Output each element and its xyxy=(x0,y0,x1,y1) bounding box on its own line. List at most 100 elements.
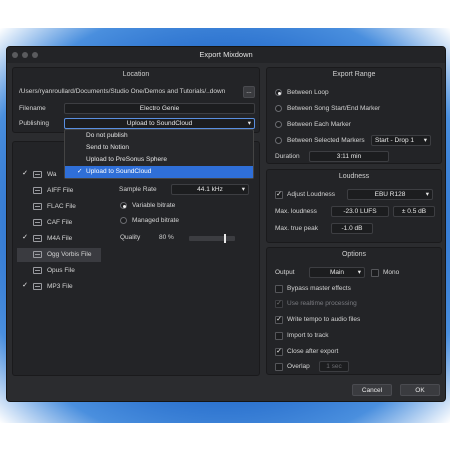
export-range-panel: Export Range Between Loop Between Song S… xyxy=(266,67,442,164)
song-start-end-radio[interactable] xyxy=(275,105,282,112)
duration-label: Duration xyxy=(275,153,300,160)
max-loudness-input[interactable]: -23.0 LUFS xyxy=(331,206,389,217)
sample-rate-value: 44.1 kHz xyxy=(197,186,223,193)
max-loudness-label: Max. loudness xyxy=(275,208,317,215)
song-start-end-label: Between Song Start/End Marker xyxy=(287,105,381,112)
output-select[interactable]: Main ▾ xyxy=(309,267,365,278)
format-row-flac[interactable]: FLAC File xyxy=(17,200,101,214)
browse-button[interactable]: ... xyxy=(243,86,255,98)
loudness-standard-value: EBU R128 xyxy=(374,191,406,198)
adjust-loudness-checkbox[interactable]: ✓ xyxy=(275,191,283,199)
file-icon xyxy=(33,235,42,242)
check-icon: ✓ xyxy=(77,168,83,175)
realtime-processing-checkbox[interactable]: ✓ xyxy=(275,300,283,308)
format-label: Ogg Vorbis File xyxy=(47,251,92,258)
chevron-down-icon: ▾ xyxy=(423,137,427,144)
format-row-ogg[interactable]: Ogg Vorbis File xyxy=(17,248,101,262)
window-title: Export Mixdown xyxy=(199,50,253,59)
export-range-title: Export Range xyxy=(332,71,376,78)
marker-select[interactable]: Start - Drop 1 ▾ xyxy=(371,135,431,146)
format-row-caf[interactable]: CAF File xyxy=(17,216,101,230)
minimize-window-button[interactable] xyxy=(22,52,28,58)
quality-slider[interactable] xyxy=(189,234,235,243)
options-panel: Options Output Main ▾ Mono Bypass master… xyxy=(266,247,442,375)
filename-label: Filename xyxy=(19,105,46,112)
zoom-window-button[interactable] xyxy=(32,52,38,58)
file-icon xyxy=(33,251,42,258)
between-loop-radio[interactable] xyxy=(275,89,282,96)
bypass-master-effects-label: Bypass master effects xyxy=(287,285,351,292)
title-bar: Export Mixdown xyxy=(7,47,445,63)
cancel-button[interactable]: Cancel xyxy=(352,384,392,396)
chevron-down-icon: ▾ xyxy=(241,186,245,193)
publishing-label: Publishing xyxy=(19,120,49,127)
import-to-track-label: Import to track xyxy=(287,332,329,339)
format-label: Wa xyxy=(47,171,57,178)
mono-checkbox[interactable] xyxy=(371,269,379,277)
format-row-opus[interactable]: Opus File xyxy=(17,264,101,278)
menu-item-upload-to-presonus-sphere[interactable]: Upload to PreSonus Sphere xyxy=(65,154,253,166)
realtime-processing-label: Use realtime processing xyxy=(287,300,357,307)
managed-bitrate-label: Managed bitrate xyxy=(132,217,179,224)
selected-markers-label: Between Selected Markers xyxy=(287,137,365,144)
publishing-select[interactable]: Upload to SoundCloud ▾ xyxy=(64,118,255,129)
menu-item-upload-to-soundcloud[interactable]: ✓ Upload to SoundCloud xyxy=(65,166,253,178)
chevron-down-icon: ▾ xyxy=(247,120,251,127)
loudness-panel: Loudness ✓ Adjust Loudness EBU R128 ▾ Ma… xyxy=(266,169,442,243)
format-checkbox[interactable]: ✓ xyxy=(21,282,29,291)
location-path: /Users/ryanroullard/Documents/Studio One… xyxy=(19,88,226,95)
variable-bitrate-radio[interactable] xyxy=(120,202,127,209)
each-marker-radio[interactable] xyxy=(275,121,282,128)
format-label: AIFF File xyxy=(47,187,74,194)
menu-item-label: Upload to SoundCloud xyxy=(86,168,152,175)
managed-bitrate-radio[interactable] xyxy=(120,217,127,224)
max-true-peak-input[interactable]: -1.0 dB xyxy=(331,223,373,234)
loudness-title: Loudness xyxy=(338,173,370,180)
location-title: Location xyxy=(122,71,150,78)
adjust-loudness-label: Adjust Loudness xyxy=(287,191,336,198)
quality-label: Quality xyxy=(120,234,141,241)
file-icon xyxy=(33,203,42,210)
file-icon xyxy=(33,283,42,290)
close-window-button[interactable] xyxy=(12,52,18,58)
filename-input[interactable]: Electro Genie xyxy=(64,103,255,114)
sample-rate-label: Sample Rate xyxy=(119,186,157,193)
quality-slider-handle[interactable] xyxy=(224,234,227,243)
format-label: MP3 File xyxy=(47,283,73,290)
format-row-aiff[interactable]: AIFF File xyxy=(17,184,101,198)
close-after-export-label: Close after export xyxy=(287,348,339,355)
sample-rate-select[interactable]: 44.1 kHz ▾ xyxy=(171,184,249,195)
overlap-checkbox[interactable] xyxy=(275,363,283,371)
output-value: Main xyxy=(329,269,345,276)
format-checkbox[interactable]: ✓ xyxy=(21,234,29,243)
write-tempo-label: Write tempo to audio files xyxy=(287,316,361,323)
duration-value: 3:11 min xyxy=(309,151,389,162)
bypass-master-effects-checkbox[interactable] xyxy=(275,285,283,293)
selected-markers-radio[interactable] xyxy=(275,137,282,144)
loudness-standard-select[interactable]: EBU R128 ▾ xyxy=(347,189,433,200)
chevron-down-icon: ▾ xyxy=(357,269,361,276)
write-tempo-checkbox[interactable]: ✓ xyxy=(275,316,283,324)
loudness-tolerance-input[interactable]: ± 0.5 dB xyxy=(393,206,435,217)
quality-value: 80 % xyxy=(159,234,174,241)
format-label: M4A File xyxy=(47,235,73,242)
format-checkbox[interactable]: ✓ xyxy=(21,170,29,179)
each-marker-label: Between Each Marker xyxy=(287,121,351,128)
import-to-track-checkbox[interactable] xyxy=(275,332,283,340)
overlap-input[interactable]: 1 sec xyxy=(319,361,349,372)
format-row-mp3[interactable]: ✓ MP3 File xyxy=(17,280,101,294)
menu-item-send-to-notion[interactable]: Send to Notion xyxy=(65,142,253,154)
location-panel: Location /Users/ryanroullard/Documents/S… xyxy=(12,67,260,133)
file-icon xyxy=(33,171,42,178)
options-title: Options xyxy=(341,251,367,258)
publishing-dropdown-menu: Do not publish Send to Notion Upload to … xyxy=(64,129,254,179)
format-row-m4a[interactable]: ✓ M4A File xyxy=(17,232,101,246)
marker-value: Start - Drop 1 xyxy=(375,137,415,144)
menu-item-do-not-publish[interactable]: Do not publish xyxy=(65,130,253,142)
format-label: Opus File xyxy=(47,267,75,274)
format-label: FLAC File xyxy=(47,203,76,210)
chevron-down-icon: ▾ xyxy=(425,191,429,198)
close-after-export-checkbox[interactable]: ✓ xyxy=(275,348,283,356)
between-loop-label: Between Loop xyxy=(287,89,329,96)
ok-button[interactable]: OK xyxy=(400,384,440,396)
